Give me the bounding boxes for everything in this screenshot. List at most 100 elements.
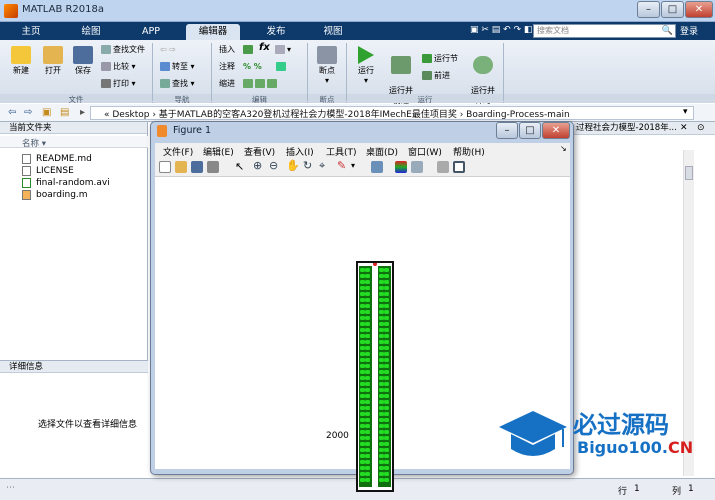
tab-home[interactable]: 主页 [10,24,52,40]
back-icon[interactable]: ⇦ [8,107,16,118]
seat [384,280,389,284]
seat [365,280,370,284]
percent-comment-icon[interactable]: % % [243,62,262,72]
tab-editor[interactable]: 编辑器 [186,24,240,40]
seat [384,304,389,308]
find-files-label: 查找文件 [113,45,145,54]
seat [360,442,365,446]
seat [360,478,365,482]
seat [360,376,365,380]
scroll-thumb[interactable] [685,166,693,180]
open-button[interactable]: 打开 [38,46,68,76]
figure-minimize-button[interactable]: – [496,122,518,139]
vertical-scrollbar[interactable] [683,150,694,476]
insert-button[interactable]: 插入 [219,45,235,55]
address-dropdown-icon[interactable]: ▾ [683,107,688,117]
brush-icon[interactable]: ✎ [337,159,346,172]
login-button[interactable]: 登录 [680,24,698,37]
up-folder-icon[interactable]: ▣ [42,107,51,118]
figure-maximize-button[interactable]: □ [519,122,541,139]
dock-icon[interactable]: ↘ [560,144,567,153]
nav-arrows[interactable]: ⇦ ⇨ [160,45,176,55]
breakpoints-button[interactable]: 断点 ▾ [313,46,341,86]
new-figure-icon[interactable] [159,161,171,173]
name-column[interactable]: 名称 ▾ [22,137,46,149]
open-file-icon[interactable] [175,161,187,173]
wrap-icon[interactable] [276,62,288,72]
tab-publish[interactable]: 发布 [255,24,297,40]
figure-close-button[interactable]: ✕ [542,122,570,139]
seat [384,406,389,410]
seat [379,358,384,362]
seat [360,328,365,332]
seat [365,352,370,356]
seat [360,304,365,308]
seat [365,310,370,314]
seat [365,376,370,380]
save-figure-icon[interactable] [191,161,203,173]
seat [384,388,389,392]
zoom-in-icon[interactable]: ⊕ [253,159,262,172]
minimize-button[interactable]: – [637,1,660,18]
tab-apps[interactable]: APP [130,24,172,40]
tab-view[interactable]: 视图 [312,24,354,40]
forward-icon[interactable]: ⇨ [24,107,32,118]
rotate-icon[interactable]: ↻ [303,159,312,172]
search-input[interactable]: 搜索文档 🔍 [533,24,676,38]
seat [360,388,365,392]
edit-group-label: 编辑 [212,94,307,104]
print-button[interactable]: 打印 ▾ [101,79,136,89]
list-item[interactable]: LICENSE [36,165,74,177]
pointer-icon[interactable]: ↖ [235,160,244,173]
insert-more-icon[interactable]: ▾ [275,45,291,55]
colorbar-icon[interactable] [395,161,407,173]
separator [152,43,153,101]
seat [365,316,370,320]
find-files-button[interactable]: 查找文件 [101,45,145,55]
brush-dropdown-icon[interactable]: ▾ [351,161,355,170]
show-tools-icon[interactable] [453,161,465,173]
compare-button[interactable]: 比较 ▾ [101,62,136,72]
list-item[interactable]: README.md [36,153,92,165]
panel-close-icon[interactable]: ✕ [680,123,688,133]
legend-icon[interactable] [411,161,423,173]
seat [365,340,370,344]
seat [379,298,384,302]
address-path[interactable]: « Desktop › 基于MATLAB的空客A320登机过程社会力模型-201… [104,107,570,120]
close-button[interactable]: ✕ [685,1,713,18]
seat [384,376,389,380]
goto-button[interactable]: 转至 ▾ [160,62,195,72]
column-header[interactable]: 名称 ▾ [0,136,148,149]
list-item[interactable]: boarding.m [36,189,88,201]
link-plot-icon[interactable] [371,161,383,173]
maximize-button[interactable]: □ [661,1,684,18]
indent-icons[interactable] [243,79,279,89]
hide-tools-icon[interactable] [437,161,449,173]
advance-label: 前进 [434,71,450,80]
list-item[interactable]: final-random.avi [36,177,110,189]
fx-button[interactable]: fx [259,43,270,53]
save-button[interactable]: 保存 [68,46,98,76]
file-group-label: 文件 [0,94,152,104]
seat [379,328,384,332]
insert-section-icon[interactable] [243,45,255,55]
seat [360,454,365,458]
panel-menu-icon[interactable]: ⊙ [697,123,705,133]
path-drop-icon[interactable]: ▸ [80,107,85,118]
run-button[interactable]: 运行 ▾ [352,46,380,86]
browse-folder-icon[interactable]: ▤ [60,107,69,118]
data-cursor-icon[interactable]: ⌖ [319,159,325,173]
find-button[interactable]: 查找 ▾ [160,79,195,89]
comment-button[interactable]: 注释 [219,62,235,72]
advance-button[interactable]: 前进 [422,71,450,81]
search-icon[interactable]: 🔍 [662,25,673,37]
quick-access-icons[interactable]: ▣ ✂ ▤ ↶ ↷ ◧ ? [470,25,540,35]
run-section-button[interactable]: 运行节 [422,54,458,64]
pan-icon[interactable]: ✋ [286,159,300,172]
indent-button[interactable]: 缩进 [219,79,235,89]
print-label: 打印 [113,79,129,88]
zoom-out-icon[interactable]: ⊖ [269,159,278,172]
new-button[interactable]: 新建 [6,46,36,76]
print-figure-icon[interactable] [207,161,219,173]
tab-plots[interactable]: 绘图 [70,24,112,40]
